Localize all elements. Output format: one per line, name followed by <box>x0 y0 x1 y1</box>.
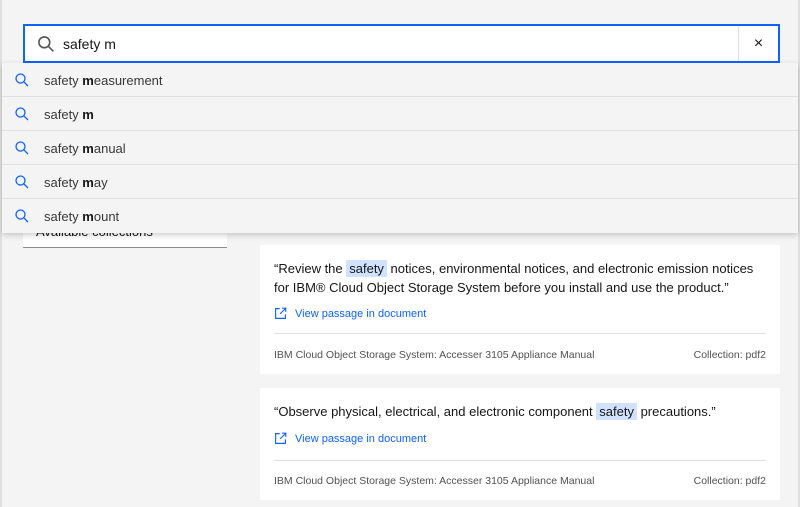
suggestion-item[interactable]: safety manual <box>2 131 798 165</box>
view-passage-link[interactable]: View passage in document <box>274 432 426 445</box>
suggestion-text: safety manual <box>44 141 126 156</box>
search-bar: × <box>23 24 780 63</box>
suggestion-text: safety measurement <box>44 73 163 88</box>
card-divider <box>274 333 766 334</box>
suggestion-text: safety m <box>44 107 94 122</box>
result-collection: Collection: pdf2 <box>693 475 766 487</box>
card-divider <box>274 460 766 461</box>
suggestion-item[interactable]: safety measurement <box>2 63 798 97</box>
external-link-icon <box>275 432 287 444</box>
suggestion-text: safety may <box>44 175 108 190</box>
clear-search-button[interactable]: × <box>738 26 778 61</box>
suggestion-item[interactable]: safety may <box>2 165 798 199</box>
result-card: “Observe physical, electrical, and elect… <box>260 388 780 500</box>
suggestion-text: safety mount <box>44 209 120 224</box>
result-collection: Collection: pdf2 <box>693 349 766 361</box>
suggestion-item[interactable]: safety m <box>2 97 798 131</box>
result-card: “Review the safety notices, environmenta… <box>260 245 780 374</box>
result-source: IBM Cloud Object Storage System: Accesse… <box>274 349 595 361</box>
search-highlight: safety <box>596 403 637 420</box>
result-source: IBM Cloud Object Storage System: Accesse… <box>274 475 595 487</box>
search-input[interactable] <box>63 32 713 56</box>
search-highlight: safety <box>346 260 387 277</box>
view-passage-link[interactable]: View passage in document <box>274 307 426 320</box>
close-icon: × <box>753 34 764 52</box>
search-icon <box>15 141 29 155</box>
search-icon <box>38 36 54 52</box>
search-icon <box>15 209 29 223</box>
search-icon <box>15 73 29 87</box>
external-link-icon <box>275 307 287 319</box>
result-quote: “Observe physical, electrical, and elect… <box>274 403 716 420</box>
result-quote: “Review the safety notices, environmenta… <box>274 260 754 295</box>
search-icon <box>15 175 29 189</box>
search-icon <box>15 107 29 121</box>
suggestion-item[interactable]: safety mount <box>2 199 798 233</box>
search-suggestions: safety measurement safety m safety manua… <box>2 63 798 233</box>
